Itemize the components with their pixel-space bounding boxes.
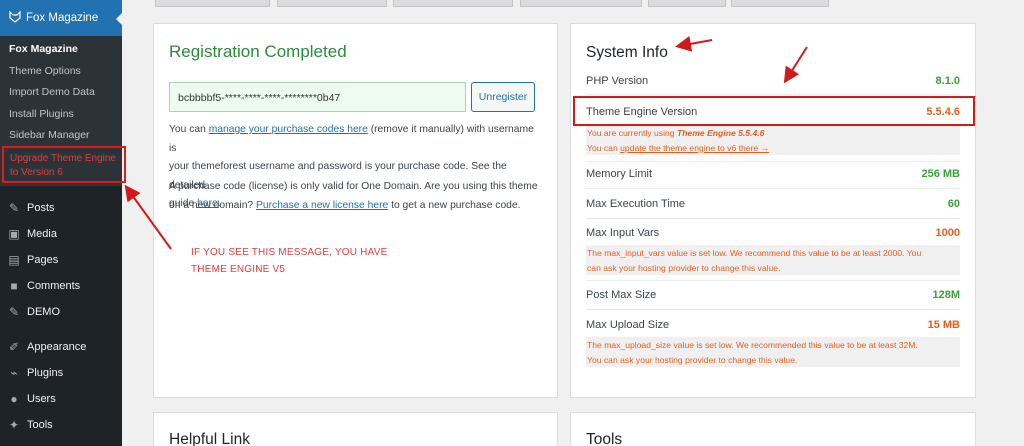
annotation-arrows [124, 35, 808, 250]
arrow-to-engine-row [783, 46, 808, 84]
arrow-to-system-title [675, 35, 713, 52]
arrow-to-upgrade-link [124, 184, 172, 250]
